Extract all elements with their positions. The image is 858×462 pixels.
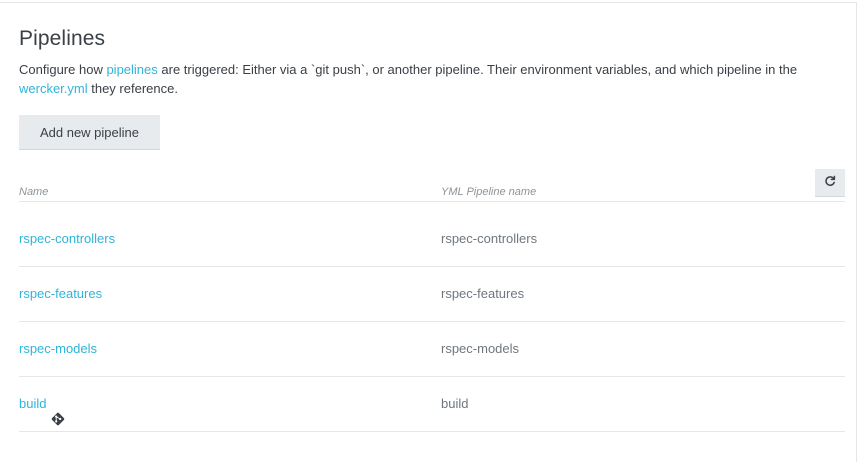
column-header-yml-pipeline-name: YML Pipeline name (441, 186, 537, 198)
pipelines-docs-link[interactable]: pipelines (106, 62, 157, 77)
git-icon (51, 395, 65, 426)
refresh-icon (824, 175, 836, 190)
description-text-1: Configure how (19, 62, 107, 77)
wercker-yml-docs-link[interactable]: wercker.yml (19, 81, 88, 96)
yml-pipeline-name: rspec-models (441, 341, 520, 356)
column-header-name: Name (19, 186, 49, 198)
yml-pipeline-name: rspec-features (441, 286, 525, 301)
page-title: Pipelines (19, 27, 106, 50)
pipeline-link-rspec-models[interactable]: rspec-models (19, 322, 97, 376)
header-divider (19, 201, 845, 202)
pipeline-link-build[interactable]: build (19, 377, 46, 431)
yml-pipeline-name: rspec-controllers (441, 231, 538, 246)
table-row: rspec-controllers rspec-controllers (19, 212, 845, 266)
description-text-3: they reference. (87, 81, 178, 96)
refresh-button[interactable] (815, 169, 845, 197)
yml-pipeline-name: build (441, 396, 469, 411)
add-new-pipeline-button[interactable]: Add new pipeline (19, 115, 160, 150)
table-row: rspec-models rspec-models (19, 322, 845, 376)
pipeline-link-rspec-features[interactable]: rspec-features (19, 267, 102, 321)
description-text-2: are triggered: Either via a `git push`, … (157, 62, 798, 77)
table-row: build build (19, 377, 845, 431)
row-divider (19, 431, 845, 432)
pipelines-panel: Pipelines Configure how pipelines are tr… (0, 2, 857, 462)
pipeline-link-rspec-controllers[interactable]: rspec-controllers (19, 212, 115, 266)
page-description: Configure how pipelines are triggered: E… (19, 60, 839, 98)
table-row: rspec-features rspec-features (19, 267, 845, 321)
